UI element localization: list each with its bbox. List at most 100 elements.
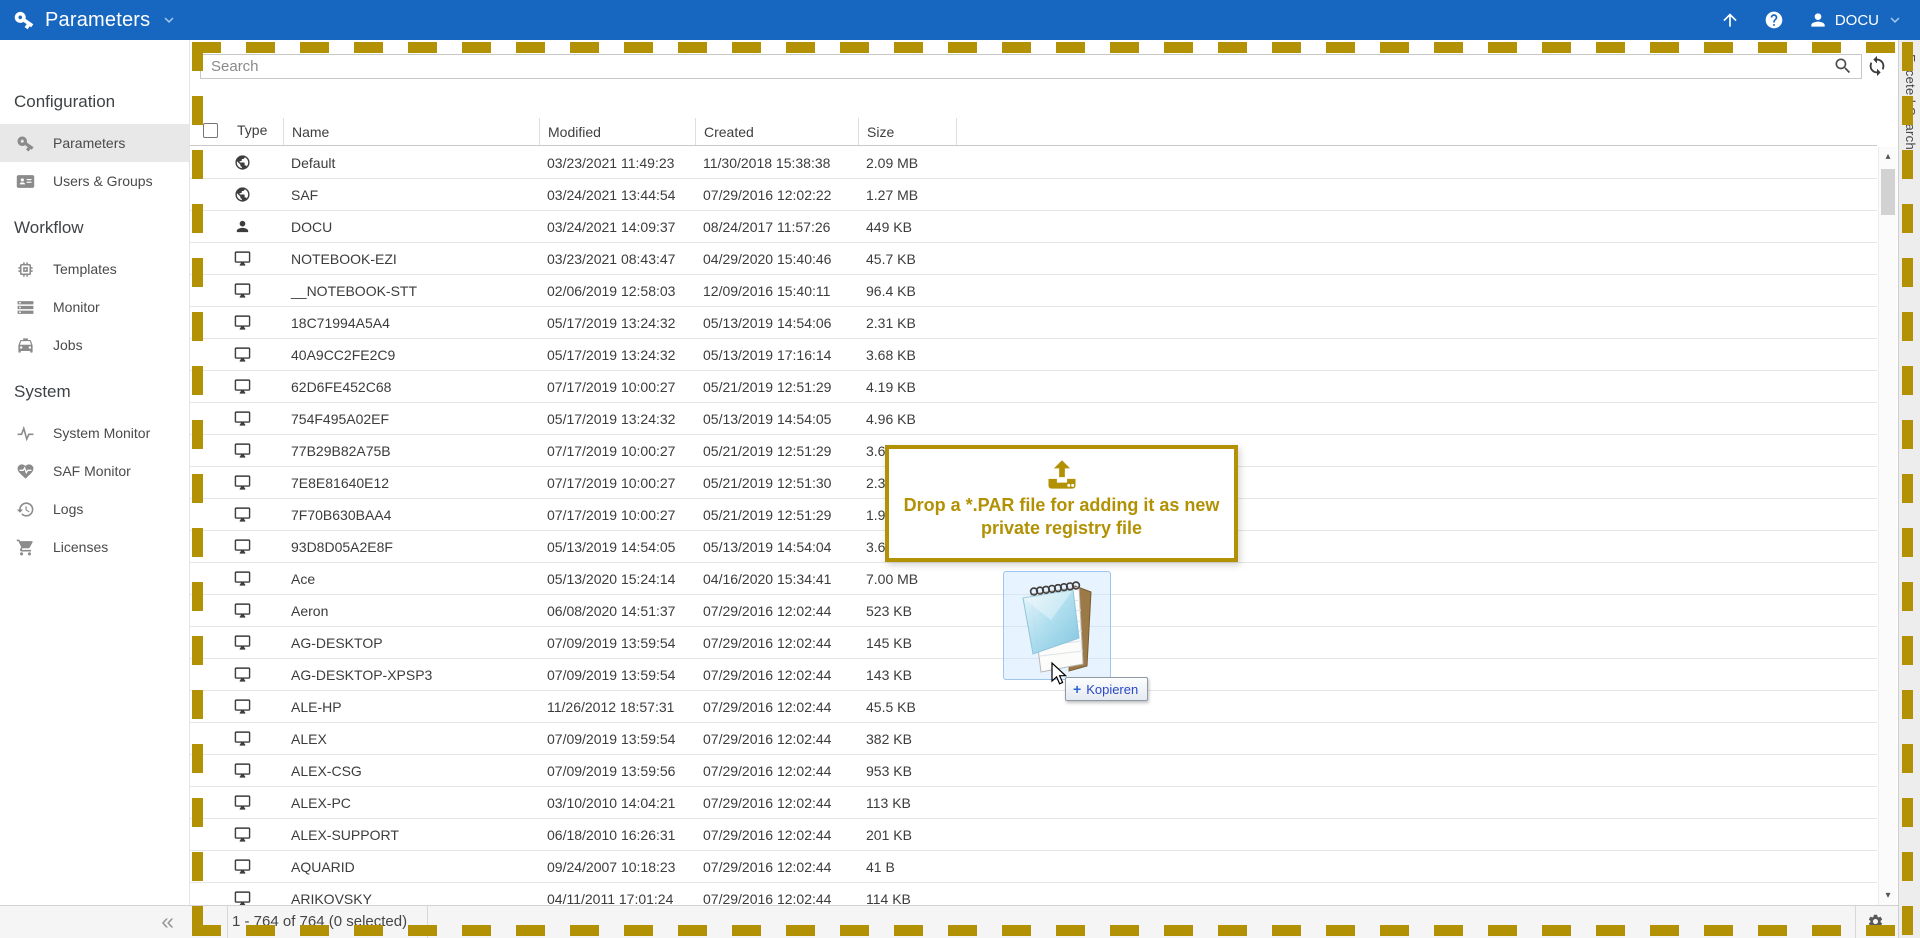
cell-name: 754F495A02EF bbox=[283, 411, 539, 427]
cell-size: 45.7 KB bbox=[858, 251, 956, 267]
cell-modified: 09/24/2007 10:18:23 bbox=[539, 859, 695, 875]
table-row[interactable]: NOTEBOOK-EZI03/23/2021 08:43:4704/29/202… bbox=[190, 243, 1877, 275]
sidebar-item-users-groups[interactable]: Users & Groups bbox=[0, 162, 189, 200]
column-header-created[interactable]: Created bbox=[695, 118, 858, 145]
table-row[interactable]: __NOTEBOOK-STT02/06/2019 12:58:0312/09/2… bbox=[190, 275, 1877, 307]
sidebar-section-label: Workflow bbox=[0, 200, 189, 250]
cell-created: 08/24/2017 11:57:26 bbox=[695, 219, 858, 235]
user-menu[interactable]: DOCU bbox=[1808, 10, 1904, 30]
table-row[interactable]: ALEX-CSG07/09/2019 13:59:5607/29/2016 12… bbox=[190, 755, 1877, 787]
cell-size: 45.5 KB bbox=[858, 699, 956, 715]
table-row[interactable]: ALE-HP11/26/2012 18:57:3107/29/2016 12:0… bbox=[190, 691, 1877, 723]
cell-size: 114 KB bbox=[858, 891, 956, 906]
cell-name: __NOTEBOOK-STT bbox=[283, 283, 539, 299]
cell-name: SAF bbox=[283, 187, 539, 203]
user-name: DOCU bbox=[1835, 12, 1879, 29]
table-row[interactable]: ALEX-PC03/10/2010 14:04:2107/29/2016 12:… bbox=[190, 787, 1877, 819]
search-input[interactable] bbox=[200, 54, 1862, 79]
table-row[interactable]: ALEX-SUPPORT06/18/2010 16:26:3107/29/201… bbox=[190, 819, 1877, 851]
workstation-icon bbox=[234, 858, 251, 875]
table-row[interactable]: AQUARID09/24/2007 10:18:2307/29/2016 12:… bbox=[190, 851, 1877, 883]
faceted-search-panel-tab[interactable]: Faceted Search bbox=[1898, 40, 1920, 938]
table-row[interactable]: ARIKOVSKY04/11/2011 17:01:2407/29/2016 1… bbox=[190, 883, 1877, 905]
cell-name: ARIKOVSKY bbox=[283, 891, 539, 906]
workstation-icon bbox=[234, 282, 251, 299]
workstation-icon bbox=[234, 538, 251, 555]
table-scrollbar[interactable]: ▴ ▾ bbox=[1878, 147, 1897, 905]
workstation-icon bbox=[234, 602, 251, 619]
cell-modified: 06/08/2020 14:51:37 bbox=[539, 603, 695, 619]
help-icon[interactable] bbox=[1764, 10, 1784, 30]
scroll-up-button[interactable]: ▴ bbox=[1879, 147, 1897, 166]
chevron-down-icon bbox=[1886, 11, 1904, 29]
table-row[interactable]: 40A9CC2FE2C905/17/2019 13:24:3205/13/201… bbox=[190, 339, 1877, 371]
cell-name: Ace bbox=[283, 571, 539, 587]
select-all-checkbox[interactable] bbox=[203, 123, 218, 138]
column-header-type[interactable]: Type bbox=[237, 122, 267, 138]
scroll-thumb[interactable] bbox=[1881, 169, 1895, 215]
cell-name: ALEX-PC bbox=[283, 795, 539, 811]
workstation-icon bbox=[234, 826, 251, 843]
cell-modified: 07/09/2019 13:59:54 bbox=[539, 635, 695, 651]
table-row[interactable]: 62D6FE452C6807/17/2019 10:00:2705/21/201… bbox=[190, 371, 1877, 403]
workstation-icon bbox=[234, 730, 251, 747]
column-header-modified[interactable]: Modified bbox=[539, 118, 695, 145]
status-separator bbox=[1855, 906, 1856, 938]
workstation-icon bbox=[234, 890, 251, 905]
upload-tray-icon bbox=[1044, 457, 1080, 493]
cell-name: 7E8E81640E12 bbox=[283, 475, 539, 491]
sidebar-item-saf-monitor[interactable]: SAF Monitor bbox=[0, 452, 189, 490]
cell-modified: 05/17/2019 13:24:32 bbox=[539, 411, 695, 427]
gear-icon[interactable] bbox=[1867, 913, 1884, 930]
sidebar: ConfigurationParametersUsers & GroupsWor… bbox=[0, 40, 190, 905]
user-icon bbox=[1808, 10, 1828, 30]
cell-modified: 05/13/2019 14:54:05 bbox=[539, 539, 695, 555]
cell-modified: 05/17/2019 13:24:32 bbox=[539, 347, 695, 363]
workstation-icon bbox=[234, 314, 251, 331]
table-row[interactable]: Default03/23/2021 11:49:2311/30/2018 15:… bbox=[190, 147, 1877, 179]
cell-created: 05/21/2019 12:51:29 bbox=[695, 507, 858, 523]
sidebar-item-label: SAF Monitor bbox=[53, 463, 131, 479]
status-separator bbox=[227, 906, 228, 938]
sidebar-item-jobs[interactable]: Jobs bbox=[0, 326, 189, 364]
app-menu-button[interactable]: Parameters bbox=[0, 9, 178, 32]
sidebar-item-system-monitor[interactable]: System Monitor bbox=[0, 414, 189, 452]
table-row[interactable]: DOCU03/24/2021 14:09:3708/24/2017 11:57:… bbox=[190, 211, 1877, 243]
upload-arrow-icon[interactable] bbox=[1720, 10, 1740, 30]
workstation-icon bbox=[234, 410, 251, 427]
cell-modified: 11/26/2012 18:57:31 bbox=[539, 699, 695, 715]
app-header: Parameters DOCU bbox=[0, 0, 1920, 40]
cell-size: 953 KB bbox=[858, 763, 956, 779]
cell-name: ALEX bbox=[283, 731, 539, 747]
sidebar-item-logs[interactable]: Logs bbox=[0, 490, 189, 528]
cell-created: 07/29/2016 12:02:44 bbox=[695, 891, 858, 906]
sidebar-collapse-button[interactable]: « bbox=[0, 905, 190, 938]
cell-size: 523 KB bbox=[858, 603, 956, 619]
scroll-down-button[interactable]: ▾ bbox=[1879, 886, 1897, 905]
table-row[interactable]: 754F495A02EF05/17/2019 13:24:3205/13/201… bbox=[190, 403, 1877, 435]
cell-name: 93D8D05A2E8F bbox=[283, 539, 539, 555]
table-row[interactable]: 18C71994A5A405/17/2019 13:24:3205/13/201… bbox=[190, 307, 1877, 339]
column-header-size[interactable]: Size bbox=[858, 118, 956, 145]
sidebar-item-parameters[interactable]: Parameters bbox=[0, 124, 189, 162]
cell-size: 41 B bbox=[858, 859, 956, 875]
cell-modified: 04/11/2011 17:01:24 bbox=[539, 891, 695, 906]
table-row[interactable]: ALEX07/09/2019 13:59:5407/29/2016 12:02:… bbox=[190, 723, 1877, 755]
cell-modified: 07/17/2019 10:00:27 bbox=[539, 443, 695, 459]
sidebar-item-templates[interactable]: Templates bbox=[0, 250, 189, 288]
refresh-icon[interactable] bbox=[1866, 55, 1888, 77]
sidebar-item-licenses[interactable]: Licenses bbox=[0, 528, 189, 566]
cell-modified: 03/24/2021 13:44:54 bbox=[539, 187, 695, 203]
cell-name: NOTEBOOK-EZI bbox=[283, 251, 539, 267]
sidebar-sections: ConfigurationParametersUsers & GroupsWor… bbox=[0, 74, 189, 566]
workstation-icon bbox=[234, 794, 251, 811]
table-row[interactable]: SAF03/24/2021 13:44:5407/29/2016 12:02:2… bbox=[190, 179, 1877, 211]
search-icon[interactable] bbox=[1833, 56, 1853, 76]
cell-name: Aeron bbox=[283, 603, 539, 619]
column-header-name[interactable]: Name bbox=[283, 118, 539, 145]
cell-size: 96.4 KB bbox=[858, 283, 956, 299]
workstation-icon bbox=[234, 698, 251, 715]
cell-created: 07/29/2016 12:02:44 bbox=[695, 827, 858, 843]
sidebar-item-monitor[interactable]: Monitor bbox=[0, 288, 189, 326]
cell-size: 4.19 KB bbox=[858, 379, 956, 395]
